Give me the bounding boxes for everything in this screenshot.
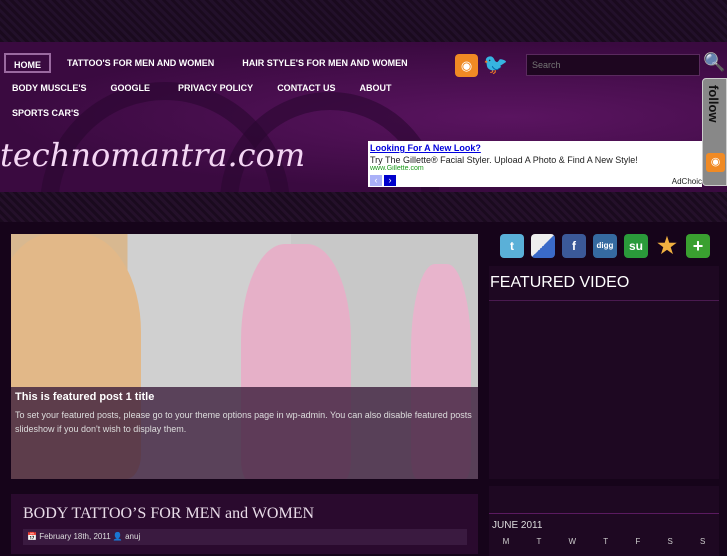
nav-privacy-policy[interactable]: PRIVACY POLICY bbox=[170, 78, 261, 98]
calendar-month: JUNE 2011 bbox=[492, 520, 543, 531]
twitter-icon[interactable]: t bbox=[500, 234, 524, 258]
ad-description: Try The Gillette® Facial Styler. Upload … bbox=[370, 155, 638, 165]
post-title[interactable]: BODY TATTOO’S FOR MEN and WOMEN bbox=[23, 505, 478, 523]
top-bar bbox=[0, 0, 727, 42]
post: BODY TATTOO’S FOR MEN and WOMEN 📅 Februa… bbox=[11, 494, 478, 554]
stumbleupon-icon[interactable]: su bbox=[624, 234, 648, 258]
nav-body-muscles[interactable]: BODY MUSCLE'S bbox=[4, 78, 94, 98]
site-title[interactable]: technomantra.com bbox=[0, 136, 305, 174]
twitter-bird-icon[interactable]: 🐦 bbox=[483, 52, 508, 77]
delicious-icon[interactable] bbox=[531, 234, 555, 258]
nav-contact-us[interactable]: CONTACT US bbox=[269, 78, 343, 98]
main-nav: HOME TATTOO'S FOR MEN AND WOMEN HAIR STY… bbox=[4, 53, 444, 128]
add-icon[interactable]: + bbox=[686, 234, 710, 258]
search-icon[interactable]: 🔍 bbox=[703, 52, 725, 73]
featured-caption: This is featured post 1 title To set you… bbox=[11, 387, 478, 479]
post-date: February 18th, 2011 bbox=[39, 532, 111, 541]
nav-about[interactable]: ABOUT bbox=[352, 78, 400, 98]
facebook-icon[interactable]: f bbox=[562, 234, 586, 258]
rss-icon[interactable]: ◉ bbox=[455, 54, 478, 77]
featured-text: To set your featured posts, please go to… bbox=[15, 410, 472, 434]
nav-home[interactable]: HOME bbox=[4, 53, 51, 73]
ad-next-icon[interactable]: › bbox=[384, 175, 396, 186]
ad-choices[interactable]: AdChoic bbox=[672, 177, 702, 186]
pattern-band bbox=[0, 192, 727, 222]
post-author[interactable]: anuj bbox=[125, 532, 140, 541]
user-icon: 👤 bbox=[112, 532, 123, 541]
featured-video-title: FEATURED VIDEO bbox=[489, 266, 719, 301]
nav-hair-styles[interactable]: HAIR STYLE'S FOR MEN AND WOMEN bbox=[234, 53, 415, 73]
nav-tattoos[interactable]: TATTOO'S FOR MEN AND WOMEN bbox=[59, 53, 222, 73]
ad-url[interactable]: www.Gillette.com bbox=[370, 165, 700, 171]
ad-banner[interactable]: Looking For A New Look? Try The Gillette… bbox=[368, 141, 702, 187]
featured-slideshow[interactable]: This is featured post 1 title To set you… bbox=[11, 234, 478, 479]
calendar-widget: JUNE 2011 M T W T F S S bbox=[489, 486, 719, 556]
ad-prev-icon[interactable]: ‹ bbox=[370, 175, 382, 186]
star-icon[interactable]: ★ bbox=[655, 234, 679, 258]
digg-icon[interactable]: digg bbox=[593, 234, 617, 258]
featured-title[interactable]: This is featured post 1 title bbox=[15, 391, 474, 403]
featured-video-widget: FEATURED VIDEO bbox=[489, 266, 719, 479]
follow-label: follow bbox=[706, 85, 721, 123]
search-input[interactable] bbox=[526, 54, 700, 76]
follow-rss-icon[interactable]: ◉ bbox=[706, 153, 725, 172]
calendar-icon: 📅 bbox=[27, 532, 37, 541]
follow-tab[interactable]: follow ◉ bbox=[702, 78, 727, 186]
social-icons: t f digg su ★ + bbox=[500, 234, 710, 258]
nav-sports-cars[interactable]: SPORTS CAR'S bbox=[4, 103, 87, 123]
post-meta: 📅 February 18th, 2011 👤 anuj bbox=[23, 529, 467, 545]
ad-title[interactable]: Looking For A New Look? bbox=[370, 143, 700, 153]
nav-google[interactable]: GOOGLE bbox=[102, 78, 158, 98]
